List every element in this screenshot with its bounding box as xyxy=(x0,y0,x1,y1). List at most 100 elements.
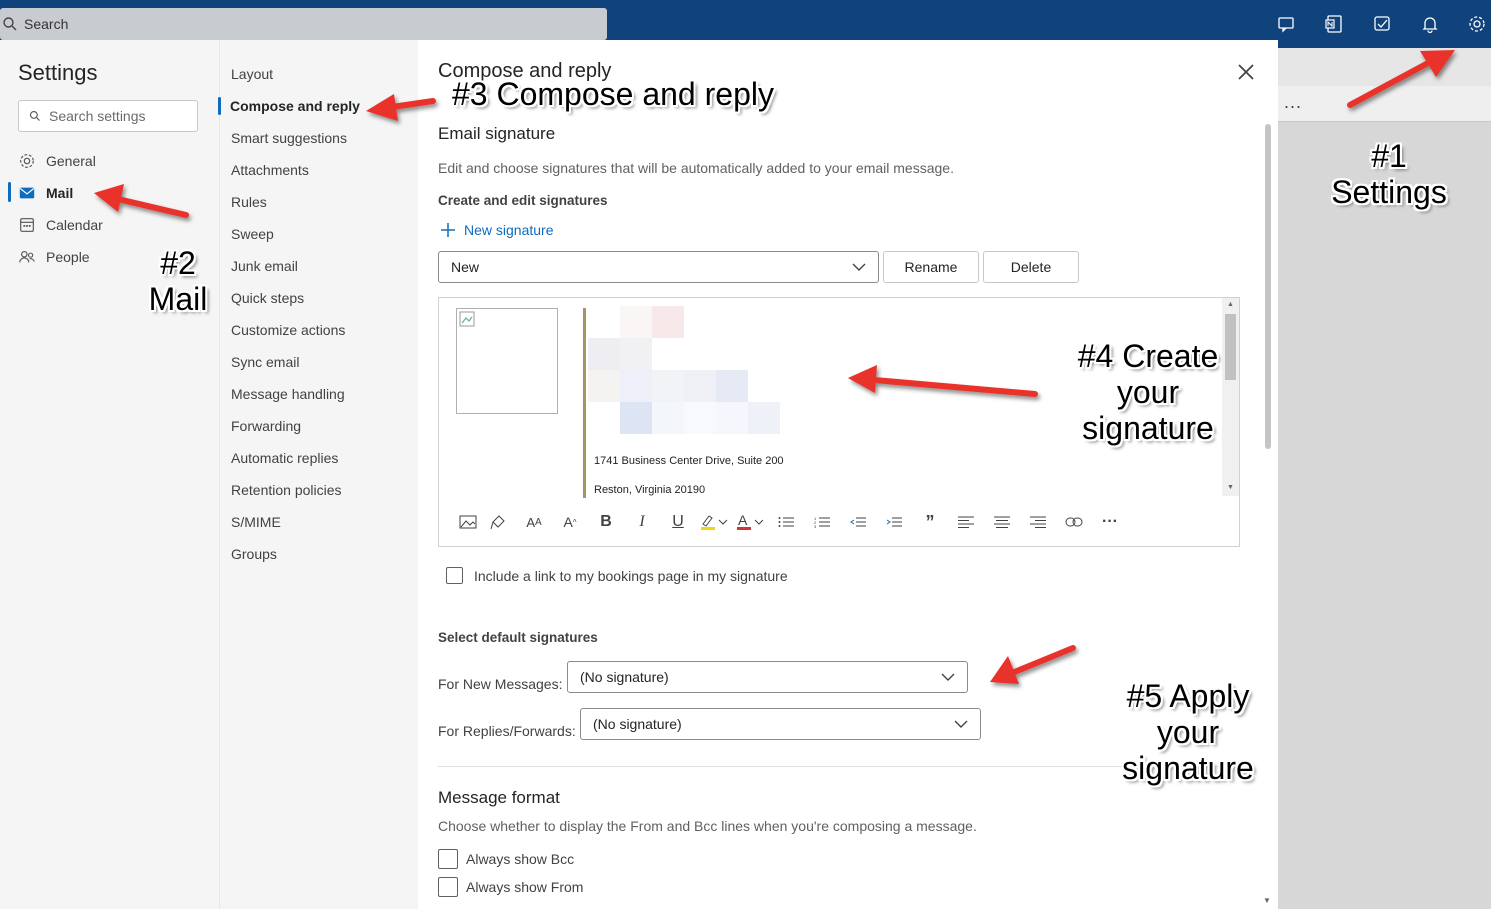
search-icon xyxy=(29,110,40,121)
replies-value: (No signature) xyxy=(593,716,682,732)
global-search-placeholder: Search xyxy=(24,16,69,32)
font-size-icon[interactable]: A ^ xyxy=(552,511,588,533)
new-messages-signature-select[interactable]: (No signature) xyxy=(567,661,968,693)
replies-signature-select[interactable]: (No signature) xyxy=(580,708,981,740)
close-button[interactable] xyxy=(1232,58,1260,86)
delete-button[interactable]: Delete xyxy=(983,251,1079,283)
settings-categories-pane xyxy=(0,40,219,909)
scroll-down-icon[interactable]: ▼ xyxy=(1263,896,1271,905)
numbering-icon[interactable]: 123 xyxy=(804,511,840,533)
annotation-step4-text: #4 Create your signature xyxy=(1077,338,1219,446)
gear-icon xyxy=(20,154,34,168)
section-automatic-replies[interactable]: Automatic replies xyxy=(231,450,338,466)
signature-select[interactable]: New xyxy=(438,251,879,283)
mail-icon xyxy=(19,187,35,199)
align-center-icon[interactable] xyxy=(984,511,1020,533)
plus-icon xyxy=(441,223,455,237)
align-left-icon[interactable] xyxy=(948,511,984,533)
section-quick-steps[interactable]: Quick steps xyxy=(231,290,304,306)
section-rules[interactable]: Rules xyxy=(231,194,267,210)
link-icon[interactable] xyxy=(1056,511,1092,533)
section-smime[interactable]: S/MIME xyxy=(231,514,281,530)
message-format-heading: Message format xyxy=(438,788,560,807)
close-icon xyxy=(1238,64,1254,80)
font-icon[interactable]: AA xyxy=(516,511,552,533)
annotation-step5-text: #5 Apply your signature xyxy=(1122,678,1254,786)
quote-icon[interactable]: ” xyxy=(912,511,948,533)
email-signature-heading: Email signature xyxy=(438,124,556,143)
font-color-icon[interactable]: A xyxy=(732,511,768,533)
category-label: People xyxy=(46,249,90,265)
bookings-link-checkbox[interactable] xyxy=(446,567,463,584)
decrease-indent-icon[interactable] xyxy=(840,511,876,533)
signature-select-value: New xyxy=(451,259,480,275)
increase-indent-icon[interactable] xyxy=(876,511,912,533)
section-compose-and-reply[interactable]: Compose and reply xyxy=(230,98,360,114)
signature-address-line1: 1741 Business Center Drive, Suite 200 xyxy=(594,455,784,467)
global-search-input[interactable]: Search xyxy=(0,8,607,40)
highlight-icon[interactable] xyxy=(696,511,732,533)
annotation-step3: #3 Compose and reply xyxy=(452,76,782,112)
onenote-icon[interactable] xyxy=(1324,14,1344,34)
section-groups[interactable]: Groups xyxy=(231,546,277,562)
annotation-step1-text: #1 Settings xyxy=(1331,138,1447,210)
broken-image-icon xyxy=(459,311,475,327)
annotation-step2: #2 Mail xyxy=(136,245,220,317)
section-message-handling[interactable]: Message handling xyxy=(231,386,345,402)
section-sync-email[interactable]: Sync email xyxy=(231,354,299,370)
people-icon xyxy=(19,251,35,263)
category-general[interactable]: General xyxy=(18,152,96,170)
category-calendar[interactable]: Calendar xyxy=(18,216,103,234)
section-sweep[interactable]: Sweep xyxy=(231,226,274,242)
selection-indicator xyxy=(8,182,11,202)
annotation-step1: #1 Settings xyxy=(1325,138,1453,210)
insert-picture-icon[interactable] xyxy=(456,511,480,533)
show-from-label: Always show From xyxy=(466,879,584,895)
section-attachments[interactable]: Attachments xyxy=(231,162,309,178)
chevron-down-icon xyxy=(941,673,955,681)
section-junk-email[interactable]: Junk email xyxy=(231,258,298,274)
category-people[interactable]: People xyxy=(18,248,90,266)
section-smart-suggestions[interactable]: Smart suggestions xyxy=(231,130,347,146)
settings-search-input[interactable]: Search settings xyxy=(18,100,198,132)
more-icon[interactable]: ... xyxy=(1284,92,1302,113)
panel-scrollbar[interactable] xyxy=(1265,124,1271,449)
align-right-icon[interactable] xyxy=(1020,511,1056,533)
bold-icon[interactable]: B xyxy=(588,511,624,533)
more-options-icon[interactable]: ··· xyxy=(1092,511,1128,533)
settings-title: Settings xyxy=(18,60,98,85)
section-layout[interactable]: Layout xyxy=(231,66,273,82)
new-messages-value: (No signature) xyxy=(580,669,669,685)
underline-icon[interactable]: U xyxy=(660,511,696,533)
show-bcc-label: Always show Bcc xyxy=(466,851,575,867)
section-retention-policies[interactable]: Retention policies xyxy=(231,482,342,498)
replies-forwards-label: For Replies/Forwards: xyxy=(438,723,576,739)
settings-search-placeholder: Search settings xyxy=(49,108,146,124)
email-signature-description: Edit and choose signatures that will be … xyxy=(438,160,954,176)
show-from-checkbox[interactable] xyxy=(438,877,458,897)
rename-button[interactable]: Rename xyxy=(883,251,979,283)
italic-icon[interactable]: I xyxy=(624,511,660,533)
category-mail[interactable]: Mail xyxy=(18,184,73,202)
bell-icon[interactable] xyxy=(1420,14,1440,34)
chevron-down-icon xyxy=(954,720,968,728)
signature-divider-line xyxy=(583,308,586,498)
chat-icon[interactable] xyxy=(1277,14,1297,34)
section-forwarding[interactable]: Forwarding xyxy=(231,418,301,434)
scroll-up-icon[interactable]: ▲ xyxy=(1227,301,1234,308)
section-customize-actions[interactable]: Customize actions xyxy=(231,322,345,338)
scroll-down-icon[interactable]: ▼ xyxy=(1227,484,1234,491)
annotation-step2-text: #2 Mail xyxy=(148,245,208,317)
show-bcc-checkbox[interactable] xyxy=(438,849,458,869)
new-signature-button[interactable]: New signature xyxy=(440,222,554,238)
svg-text:A: A xyxy=(738,513,748,528)
editor-scroll-thumb[interactable] xyxy=(1225,314,1236,380)
blurred-signature-name xyxy=(588,306,818,436)
format-painter-icon[interactable] xyxy=(480,511,516,533)
create-signatures-label: Create and edit signatures xyxy=(438,193,608,208)
bullets-icon[interactable] xyxy=(768,511,804,533)
todo-icon[interactable] xyxy=(1372,14,1392,34)
default-signatures-heading: Select default signatures xyxy=(438,630,598,645)
svg-text:3: 3 xyxy=(814,524,817,528)
gear-icon[interactable] xyxy=(1467,14,1487,34)
